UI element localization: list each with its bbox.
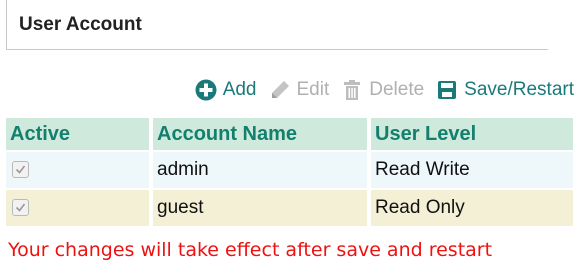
account-name-cell: guest [151,188,371,226]
user-account-table: Active Account Name User Level admin Rea… [6,118,573,226]
table-row[interactable]: admin Read Write [6,150,573,189]
table-header-row: Active Account Name User Level [6,118,573,151]
add-label: Add [222,79,257,100]
delete-button[interactable]: Delete [341,79,424,101]
user-level-cell: Read Write [369,150,573,189]
column-header-account-name[interactable]: Account Name [151,118,371,151]
table-row[interactable]: guest Read Only [6,188,573,226]
pencil-icon [269,79,291,101]
save-restart-label: Save/Restart [464,79,574,100]
active-cell [6,150,153,189]
checkmark-icon [15,165,26,175]
delete-label: Delete [369,79,425,100]
user-level-cell: Read Only [369,188,573,226]
column-header-user-level[interactable]: User Level [369,118,573,151]
panel-header: User Account [6,0,548,50]
edit-button[interactable]: Edit [269,79,330,101]
column-header-active[interactable]: Active [6,118,153,151]
active-cell [6,188,153,226]
account-name-cell: admin [151,150,371,189]
active-checkbox[interactable] [12,161,29,179]
save-restart-button[interactable]: Save/Restart [436,79,574,101]
floppy-disk-icon [436,79,458,101]
plus-circle-icon [195,79,217,101]
page-title: User Account [19,14,142,35]
trash-icon [341,79,363,101]
edit-label: Edit [296,79,330,100]
toolbar: Add Edit Delete Save/Restart [183,76,574,104]
checkmark-icon [15,203,26,213]
save-restart-notice: Your changes will take effect after save… [8,239,493,261]
active-checkbox[interactable] [12,199,29,217]
add-button[interactable]: Add [195,79,257,101]
